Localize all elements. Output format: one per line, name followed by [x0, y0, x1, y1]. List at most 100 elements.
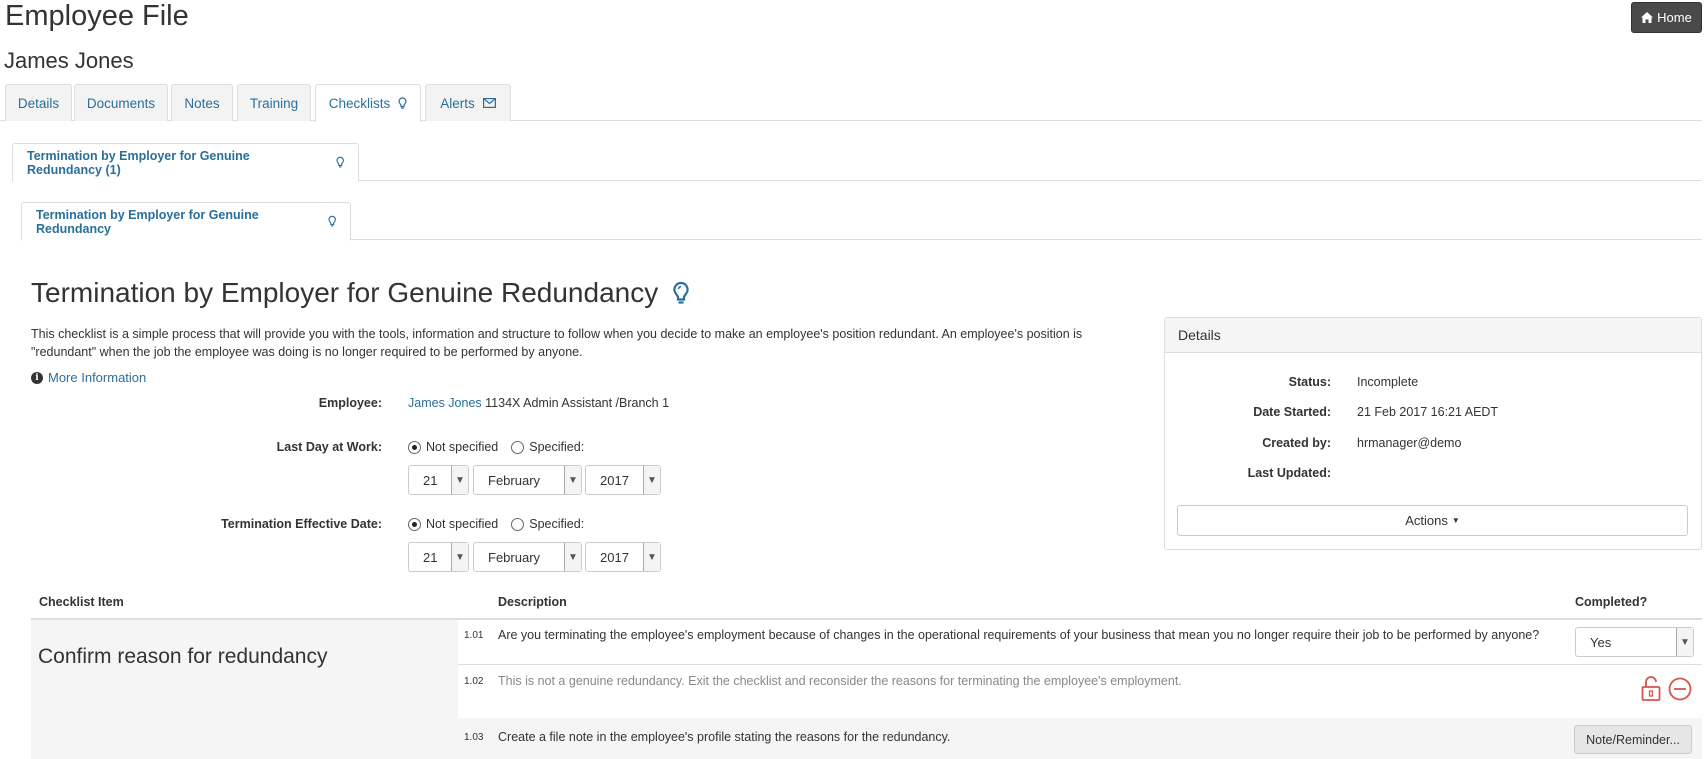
radio-label: Not specified	[426, 517, 499, 531]
tab-label: Details	[17, 95, 60, 111]
termination-specified-radio[interactable]	[511, 517, 525, 531]
termination-month-select[interactable]: February ▼	[473, 542, 582, 572]
lightbulb-icon	[398, 97, 407, 109]
tab-documents[interactable]: Documents	[74, 84, 168, 121]
checklist-title-text: Termination by Employer for Genuine Redu…	[31, 277, 659, 308]
employee-position: 1134X Admin Assistant /Branch 1	[485, 396, 670, 410]
chevron-down-icon: ▼	[643, 466, 660, 494]
select-value: 21	[423, 549, 438, 565]
home-button-label: Home	[1657, 10, 1692, 25]
employee-name: James Jones	[4, 48, 134, 73]
lightbulb-icon	[328, 215, 336, 227]
details-panel-header: Details	[1165, 318, 1701, 353]
subtab-checklist-instance[interactable]: Termination by Employer for Genuine Redu…	[12, 143, 359, 182]
radio-label: Specified:	[529, 517, 585, 531]
checklist-tabs: Termination by Employer for Genuine Redu…	[21, 202, 1702, 241]
item-number: 1.03	[464, 732, 484, 743]
item-number: 1.01	[464, 630, 484, 641]
employee-link[interactable]: James Jones	[408, 396, 482, 410]
radio-label: Not specified	[426, 440, 499, 454]
chevron-down-icon: ▼	[564, 543, 581, 571]
checklist-group: Confirm reason for redundancy	[31, 620, 458, 759]
lightbulb-icon	[673, 281, 689, 304]
select-value: 21	[423, 472, 438, 488]
status-label: Status:	[1288, 375, 1331, 389]
created-by-label: Created by:	[1262, 436, 1331, 450]
column-header-item: Checklist Item	[39, 595, 124, 609]
date-started-value: 21 Feb 2017 16:21 AEDT	[1357, 405, 1499, 419]
last-updated-label: Last Updated:	[1247, 466, 1331, 480]
column-header-completed: Completed?	[1575, 595, 1648, 609]
chevron-down-icon: ▼	[451, 543, 468, 571]
tab-label: Notes	[184, 95, 220, 111]
item-number: 1.02	[464, 676, 484, 687]
tab-label: Alerts	[440, 95, 475, 111]
radio-label: Specified:	[529, 440, 585, 454]
last-day-specified-radio[interactable]	[511, 440, 525, 454]
more-information-link[interactable]: i More Information	[31, 370, 146, 385]
chevron-down-icon: ▼	[1676, 628, 1693, 656]
checklist-title: Termination by Employer for Genuine Redu…	[31, 277, 690, 309]
table-row: 1.03 Create a file note in the employee'…	[458, 718, 1702, 759]
table-row: 1.01 Are you terminating the employee's …	[458, 620, 1702, 665]
last-day-year-select[interactable]: 2017 ▼	[585, 465, 661, 495]
chevron-down-icon: ▼	[564, 466, 581, 494]
tab-label: Training	[249, 95, 299, 111]
envelope-icon	[482, 98, 496, 108]
table-row: 1.02 This is not a genuine redundancy. E…	[458, 666, 1702, 717]
status-value: Incomplete	[1357, 375, 1419, 389]
employee-label: Employee:	[318, 396, 382, 410]
chevron-down-icon: ▼	[643, 543, 660, 571]
unlock-icon[interactable]	[1641, 676, 1661, 701]
item-text: Create a file note in the employee's pro…	[498, 730, 951, 744]
home-icon	[1641, 12, 1654, 23]
info-icon: i	[31, 371, 43, 384]
tab-details[interactable]: Details	[5, 84, 72, 121]
last-day-day-select[interactable]: 21 ▼	[408, 465, 469, 495]
select-value: 2017	[600, 549, 629, 565]
last-day-options: Not specified Specified:	[408, 440, 584, 454]
chevron-down-icon: ▼	[451, 466, 468, 494]
tab-label: Documents	[86, 95, 156, 111]
termination-date-label: Termination Effective Date:	[221, 517, 382, 531]
tab-checklists[interactable]: Checklists	[315, 84, 421, 122]
subtab-label: Termination by Employer for Genuine Redu…	[36, 207, 259, 236]
page-title: Employee File	[5, 0, 189, 32]
home-button[interactable]: Home	[1631, 2, 1702, 33]
last-day-month-select[interactable]: February ▼	[473, 465, 582, 495]
date-started-label: Date Started:	[1253, 405, 1331, 419]
actions-label: Actions	[1405, 513, 1448, 528]
subtab-checklist[interactable]: Termination by Employer for Genuine Redu…	[21, 202, 351, 241]
completed-select[interactable]: Yes ▼	[1575, 627, 1694, 657]
group-title: Confirm reason for redundancy	[38, 645, 328, 668]
item-text: Are you terminating the employee's emplo…	[498, 628, 1540, 642]
lightbulb-icon	[336, 156, 344, 168]
note-reminder-button[interactable]: Note/Reminder...	[1574, 725, 1692, 754]
tab-training[interactable]: Training	[237, 84, 311, 121]
last-day-label: Last Day at Work:	[276, 440, 382, 454]
select-value: 2017	[600, 472, 629, 488]
more-information-label: More Information	[48, 370, 147, 385]
termination-not-specified-radio[interactable]	[408, 517, 421, 531]
checklist-instance-tabs: Termination by Employer for Genuine Redu…	[12, 143, 1702, 182]
subtab-label: Termination by Employer for Genuine Redu…	[27, 148, 250, 177]
column-header-description: Description	[498, 595, 567, 609]
select-value: February	[488, 549, 541, 565]
details-panel: Details Status: Incomplete Date Started:…	[1164, 317, 1702, 550]
tab-notes[interactable]: Notes	[171, 84, 233, 121]
created-by-value: hrmanager@demo	[1357, 436, 1462, 450]
last-day-not-specified-radio[interactable]	[408, 440, 421, 454]
tab-alerts[interactable]: Alerts	[425, 84, 511, 121]
termination-date-options: Not specified Specified:	[408, 517, 584, 531]
item-text: This is not a genuine redundancy. Exit t…	[498, 674, 1182, 688]
caret-down-icon: ▼	[1451, 516, 1460, 525]
select-value: Yes	[1590, 634, 1612, 650]
termination-day-select[interactable]: 21 ▼	[408, 542, 469, 572]
termination-year-select[interactable]: 2017 ▼	[585, 542, 661, 572]
tab-label: Checklists	[328, 96, 391, 111]
employee-value: James Jones 1134X Admin Assistant /Branc…	[408, 396, 669, 410]
minus-circle-icon[interactable]	[1668, 677, 1692, 701]
select-value: February	[488, 472, 541, 488]
actions-dropdown-button[interactable]: Actions ▼	[1177, 505, 1688, 536]
checklist-description: This checklist is a simple process that …	[31, 327, 1083, 359]
